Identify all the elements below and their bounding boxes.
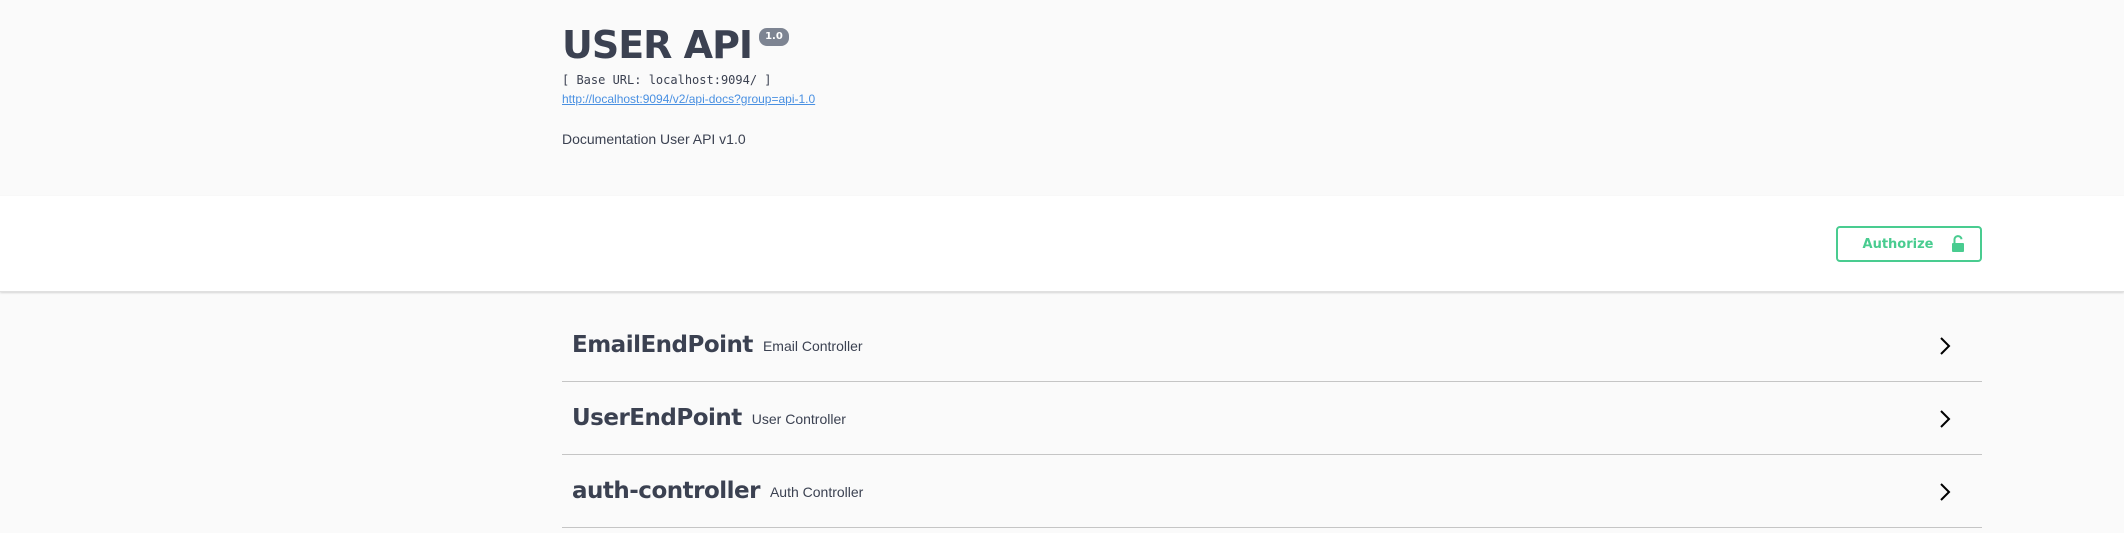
- authorize-button[interactable]: Authorize: [1836, 226, 1982, 262]
- tag-description: Email Controller: [762, 338, 863, 354]
- scheme-container: Authorize: [0, 196, 2124, 292]
- api-title: USER API: [562, 23, 753, 67]
- tag-section-userendpoint[interactable]: UserEndPoint User Controller: [562, 382, 1982, 455]
- tag-name: auth-controller: [572, 478, 760, 504]
- api-info-section: USER API 1.0 [ Base URL: localhost:9094/…: [0, 0, 2124, 196]
- tag-section-emailendpoint[interactable]: EmailEndPoint Email Controller: [562, 309, 1982, 382]
- api-description: Documentation User API v1.0: [562, 131, 746, 147]
- chevron-right-icon[interactable]: [1938, 481, 1952, 503]
- tag-description: Auth Controller: [769, 484, 864, 500]
- unlocked-lock-icon: [1952, 235, 1965, 252]
- chevron-right-icon[interactable]: [1938, 335, 1952, 357]
- api-info: USER API 1.0 [ Base URL: localhost:9094/…: [562, 18, 1982, 148]
- tag-section-auth-controller[interactable]: auth-controller Auth Controller: [562, 455, 1982, 528]
- title-row: USER API 1.0: [562, 18, 1982, 72]
- chevron-right-icon[interactable]: [1938, 408, 1952, 430]
- base-url: [ Base URL: localhost:9094/ ]: [562, 73, 772, 87]
- api-docs-link[interactable]: http://localhost:9094/v2/api-docs?group=…: [562, 91, 815, 107]
- operation-tags: EmailEndPoint Email Controller UserEndPo…: [562, 309, 1982, 528]
- version-badge: 1.0: [759, 28, 789, 46]
- tag-name: UserEndPoint: [572, 405, 742, 431]
- tag-name: EmailEndPoint: [572, 332, 753, 358]
- tag-description: User Controller: [751, 411, 846, 427]
- authorize-button-label: Authorize: [1862, 236, 1934, 252]
